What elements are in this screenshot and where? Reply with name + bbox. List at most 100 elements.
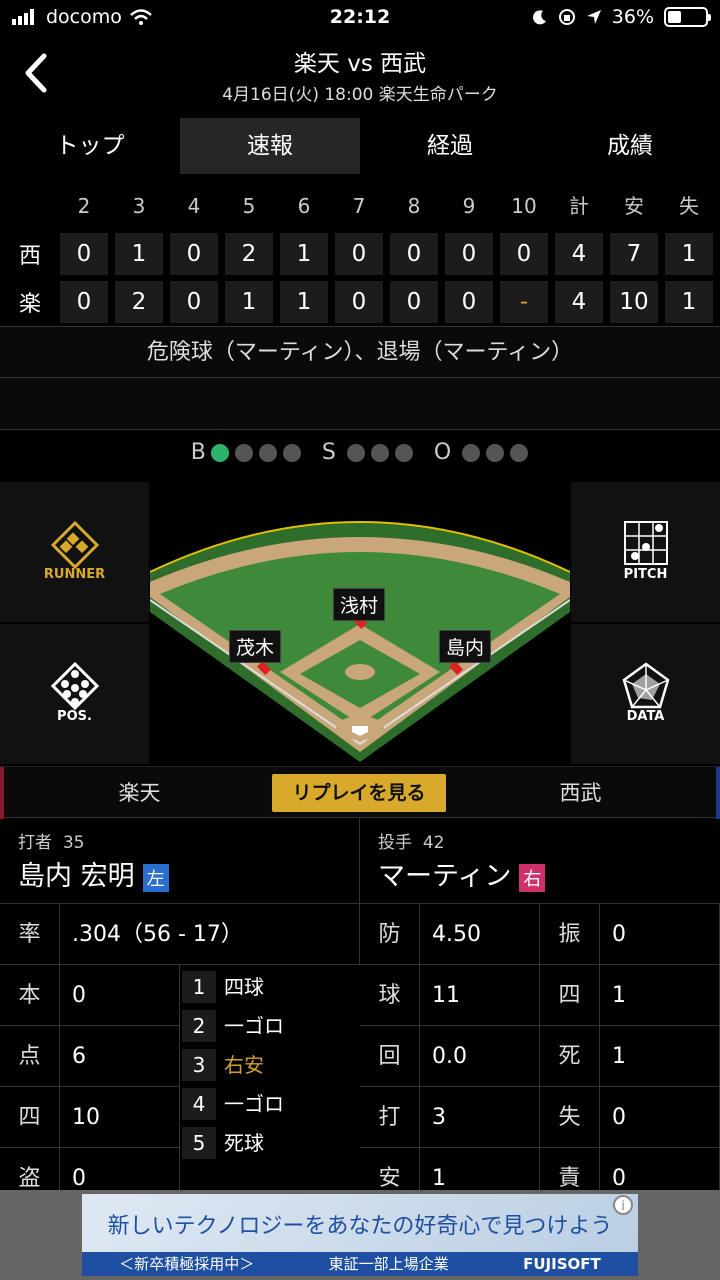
at-bat-row: 1 四球 xyxy=(182,968,358,1007)
score-cell: 1 xyxy=(225,281,273,323)
out-dot xyxy=(510,443,529,462)
score-cell: 0 xyxy=(170,233,218,275)
stat-value: .304（56 - 17） xyxy=(60,904,360,965)
score-cell: - xyxy=(500,281,548,323)
stat-key: 死 xyxy=(540,1026,600,1087)
stat-key: 本 xyxy=(0,965,60,1026)
batter-number: 35 xyxy=(62,833,85,853)
stat-value: 0 xyxy=(600,904,720,965)
runner-icon xyxy=(50,520,99,570)
play-event: 危険球（マーティン）、退場（マーティン） xyxy=(0,326,720,378)
stat-key: 率 xyxy=(0,904,60,965)
pitch-grid-icon xyxy=(623,521,668,565)
runner-button[interactable]: RUNNER xyxy=(0,482,149,622)
batter-role: 打者 xyxy=(18,833,52,853)
stat-key: 四 xyxy=(0,1087,60,1148)
score-cell: 4 xyxy=(555,281,603,323)
at-bat-number: 5 xyxy=(182,1127,216,1159)
ad-info-icon[interactable]: i xyxy=(612,1194,634,1216)
rotation-lock-icon xyxy=(558,9,575,25)
at-bat-row: 2 一ゴロ xyxy=(182,1007,358,1046)
batter-name: 島内 宏明 xyxy=(18,861,135,892)
tab-stats[interactable]: 成績 xyxy=(540,118,720,174)
out-dot xyxy=(486,443,505,462)
inning-header: 9 xyxy=(462,194,476,218)
batter-card[interactable]: 打者 35 島内 宏明左 xyxy=(0,818,360,904)
ad-banner[interactable]: 新しいテクノロジーをあなたの好奇心で見つけよう ＜新卒積極採用中＞ 東証一部上場企… xyxy=(0,1190,720,1280)
replay-button[interactable]: リプレイを見る xyxy=(272,774,446,812)
data-button[interactable]: DATA xyxy=(571,624,720,764)
strike-dot xyxy=(346,443,365,462)
score-cell: 0 xyxy=(445,233,493,275)
stat-key: 打 xyxy=(360,1087,420,1148)
pitcher-number: 42 xyxy=(422,833,445,853)
stat-key: 四 xyxy=(540,965,600,1026)
inning-header: 6 xyxy=(297,194,311,218)
stat-key: 回 xyxy=(360,1026,420,1087)
score-cell: 4 xyxy=(555,233,603,275)
game-info: 4月16日(火) 18:00 楽天生命パーク xyxy=(222,85,498,105)
score-cell: 0 xyxy=(60,281,108,323)
team-abbr: 西 xyxy=(18,244,41,269)
inning-header: 5 xyxy=(242,194,256,218)
at-bat-result: 右安 xyxy=(224,1053,264,1077)
stat-value: 6 xyxy=(60,1026,180,1087)
runner-second: 浅村 xyxy=(333,588,386,621)
runner-first: 茂木 xyxy=(229,630,282,663)
at-bat-row: 5 死球 xyxy=(182,1124,358,1163)
ball-dot xyxy=(258,443,277,462)
at-bat-result: 四球 xyxy=(224,975,264,999)
at-bat-result: 死球 xyxy=(224,1131,264,1155)
score-cell: 0 xyxy=(500,233,548,275)
ad-headline: 新しいテクノロジーをあなたの好奇心で見つけよう xyxy=(107,1214,613,1239)
stat-key: 点 xyxy=(0,1026,60,1087)
inning-header: 8 xyxy=(407,194,421,218)
pitcher-card[interactable]: 投手 42 マーティン右 xyxy=(360,818,720,904)
at-bat-list: 1 四球 2 一ゴロ 3 右安 4 一ゴロ 5 死球 xyxy=(182,968,358,1163)
score-cell: 2 xyxy=(115,281,163,323)
inning-header: 計 xyxy=(569,194,589,218)
inning-header: 2 xyxy=(77,194,91,218)
baseball-field xyxy=(150,521,570,762)
matchup: 打者 35 島内 宏明左 投手 42 マーティン右 xyxy=(0,818,720,904)
scoreboard-row-seibu: 西010210000471 xyxy=(0,230,720,278)
team-bar: 楽天 リプレイを見る 西武 xyxy=(0,766,720,819)
header: 楽天 vs 西武 4月16日(火) 18:00 楽天生命パーク xyxy=(0,40,720,110)
score-cell: 1 xyxy=(665,281,713,323)
score-cell: 0 xyxy=(335,281,383,323)
strikes-label: S xyxy=(321,440,336,465)
ad-recruit: ＜新卒積極採用中＞ xyxy=(119,1255,255,1273)
stats-table: 率 .304（56 - 17） 本 0 点 6 四 10 盗 0 1 四球 2 一ゴロ 3 右安 4 一ゴロ… xyxy=(0,904,720,1209)
tab-top[interactable]: トップ xyxy=(0,118,180,174)
score-cell: 0 xyxy=(170,281,218,323)
runner-label: RUNNER xyxy=(43,567,106,582)
inning-header: 失 xyxy=(679,194,699,218)
stat-key: 防 xyxy=(360,904,420,965)
tab-progress[interactable]: 経過 xyxy=(360,118,540,174)
score-cell: 2 xyxy=(225,233,273,275)
stat-key: 球 xyxy=(360,965,420,1026)
play-event-secondary xyxy=(0,378,720,430)
score-cell: 0 xyxy=(390,233,438,275)
pitch-button[interactable]: PITCH xyxy=(571,482,720,622)
team-away[interactable]: 西武 xyxy=(445,767,720,819)
inning-header: 7 xyxy=(352,194,366,218)
positions-button[interactable]: POS. xyxy=(0,624,149,764)
score-cell: 1 xyxy=(665,233,713,275)
at-bat-result: 一ゴロ xyxy=(224,1092,284,1116)
pitcher-hand-badge: 右 xyxy=(519,863,546,892)
score-cell: 1 xyxy=(115,233,163,275)
stat-value: 0 xyxy=(60,965,180,1026)
ball-dot xyxy=(210,443,229,462)
at-bat-number: 1 xyxy=(182,971,216,1003)
stat-value: 11 xyxy=(420,965,540,1026)
field-view: RUNNER PITCH POS. DATA 浅村 茂木 島内 xyxy=(0,482,720,766)
ball-count: B S O xyxy=(0,440,720,465)
stat-key: 振 xyxy=(540,904,600,965)
scoreboard: 2 3 4 5 6 7 8 9 10 計安失 西010210000471 楽02011000-41… xyxy=(0,182,720,326)
tab-live[interactable]: 速報 xyxy=(180,118,360,174)
team-home[interactable]: 楽天 xyxy=(0,767,275,819)
score-cell: 0 xyxy=(335,233,383,275)
page-title: 楽天 vs 西武 xyxy=(293,51,427,77)
at-bat-row: 3 右安 xyxy=(182,1046,358,1085)
